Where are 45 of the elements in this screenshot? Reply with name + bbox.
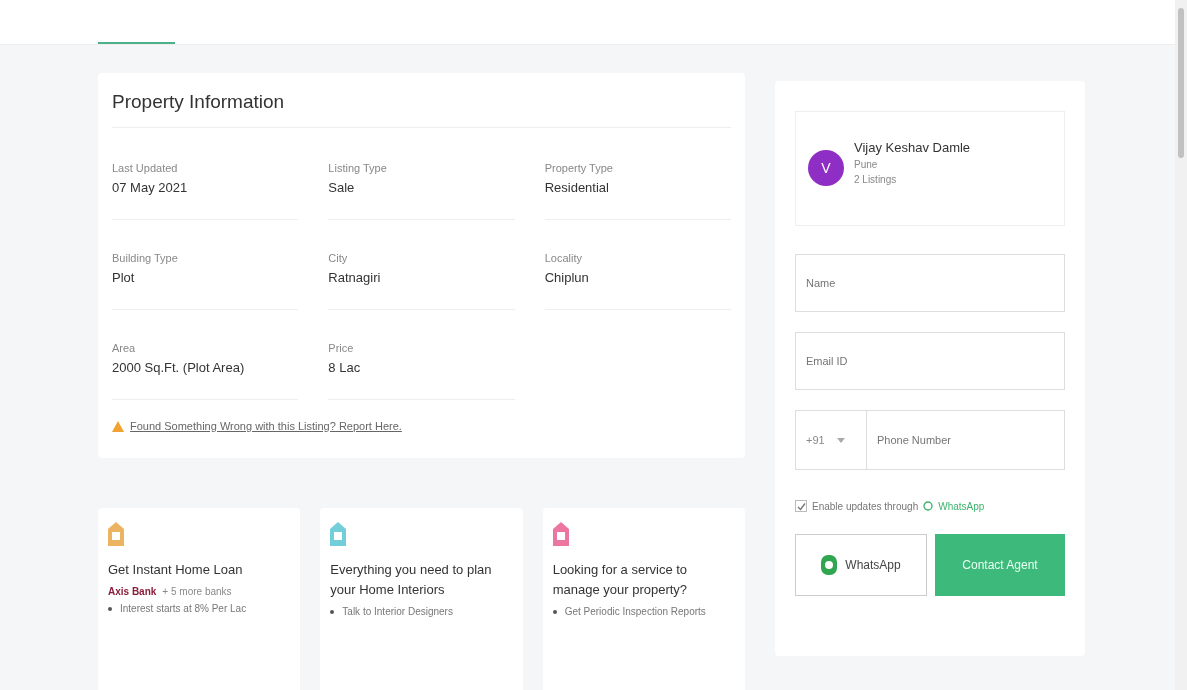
service-title: Everything you need to plan your Home Interiors [330,561,493,599]
report-link[interactable]: Found Something Wrong with this Listing? Report Here. [130,420,402,432]
service-bullet: Interest starts at 8% Per Lac [120,603,247,614]
whatsapp-button[interactable]: WhatsApp [795,534,927,596]
field-value: 07 May 2021 [112,180,189,195]
email-field[interactable]: Email ID [795,332,1065,390]
field-label: Area [112,342,137,354]
service-icon [552,522,569,546]
caret-icon [836,437,845,443]
service-title: Looking for a service to manage your property? [552,561,689,599]
field-value: Residential [544,180,610,195]
field-value: Ratnagiri [328,270,382,285]
name-field[interactable]: Name [795,254,1065,312]
section-title: Property Information [112,91,731,128]
field-label: Building Type [112,252,179,264]
updates-checkbox[interactable] [795,500,807,512]
service-title: Get Instant Home Loan [108,561,244,579]
phone-field[interactable]: +91 Phone Number [795,410,1065,470]
field-value: 2000 Sq.Ft. (Plot Area) [112,360,246,375]
agent-avatar: V [808,150,844,186]
field-label: Property Type [544,162,614,174]
warning-icon [112,420,124,432]
banks-count: + 5 more banks [162,586,232,597]
bank-logo-text: Axis Bank [108,586,157,597]
whatsapp-label: WhatsApp [938,500,985,512]
field-label: Locality [544,252,583,264]
checkbox-label: Enable updates through [812,500,919,512]
whatsapp-icon [821,555,838,575]
field-label: Listing Type [328,162,388,174]
service-icon [108,522,124,546]
service-icon [330,522,347,546]
agent-listings: 2 Listings [854,174,898,185]
field-value: 8 Lac [328,360,362,375]
service-bullet: Talk to Interior Designers [342,606,453,617]
agent-location: Pune [854,159,879,170]
service-bullet: Get Periodic Inspection Reports [564,606,706,617]
agent-name: Vijay Keshav Damle [854,140,971,155]
field-value: Chiplun [544,270,590,285]
contact-agent-button[interactable]: Contact Agent [935,534,1065,596]
field-label: City [328,252,349,264]
whatsapp-icon [923,501,934,511]
field-label: Price [328,342,355,354]
field-label: Last Updated [112,162,179,174]
field-value: Sale [328,180,356,195]
field-value: Plot [112,270,136,285]
